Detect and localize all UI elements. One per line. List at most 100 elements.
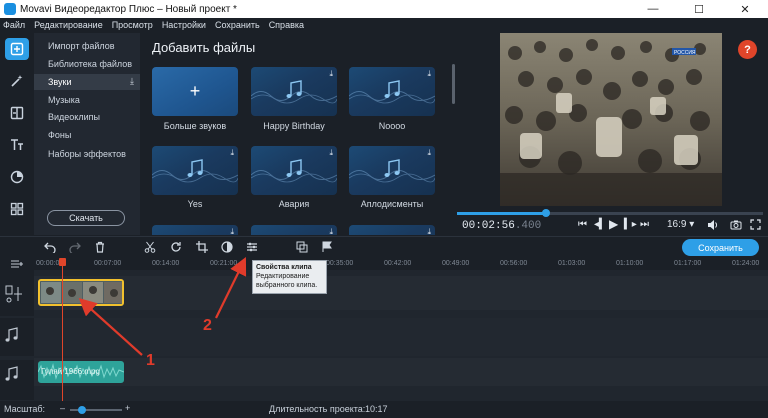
- skip-start-icon[interactable]: ⏮: [578, 219, 587, 230]
- transitions-tool-button[interactable]: [5, 102, 29, 124]
- ruler-tick: 00:56:00: [500, 260, 528, 267]
- delete-icon[interactable]: [92, 239, 108, 255]
- sound-tile[interactable]: ⤓: [251, 225, 337, 235]
- menu-view[interactable]: Просмотр: [112, 20, 153, 30]
- download-icon[interactable]: ⤓: [230, 227, 234, 235]
- timeline-ruler[interactable]: 00:00:0000:07:0000:14:0000:21:0000:28:00…: [34, 258, 768, 270]
- marker-flag-icon[interactable]: [319, 239, 335, 255]
- sound-tile[interactable]: ⤓: [251, 67, 337, 116]
- cut-icon[interactable]: [142, 239, 158, 255]
- maximize-button[interactable]: ☐: [676, 0, 722, 18]
- volume-icon[interactable]: [707, 219, 719, 234]
- add-track-button[interactable]: [0, 258, 34, 270]
- download-button[interactable]: Скачать: [47, 210, 125, 226]
- category-file-library[interactable]: Библиотека файлов: [34, 56, 140, 72]
- help-button[interactable]: ?: [738, 40, 757, 59]
- ruler-tick: 00:35:00: [326, 260, 354, 267]
- download-icon[interactable]: ⤓: [427, 69, 431, 79]
- tile-label: Аплодисменты: [360, 199, 424, 209]
- category-effect-packs[interactable]: Наборы эффектов: [34, 146, 140, 162]
- sound-tile[interactable]: ⤓: [152, 225, 238, 235]
- import-tool-icon: [10, 42, 24, 56]
- minimize-button[interactable]: —: [630, 0, 676, 18]
- zoom-in-icon[interactable]: +: [125, 403, 130, 413]
- color-adjust-icon[interactable]: [219, 239, 235, 255]
- music-note-icon: [187, 159, 203, 177]
- menu-edit[interactable]: Редактирование: [34, 20, 103, 30]
- zoom-out-icon[interactable]: –: [60, 403, 65, 413]
- playhead[interactable]: [59, 258, 66, 401]
- download-icon[interactable]: ⤓: [230, 148, 234, 158]
- aspect-ratio-select[interactable]: 16:9 ▾: [667, 219, 694, 230]
- download-icon[interactable]: ⤓: [427, 148, 431, 158]
- music-track-icon[interactable]: [4, 327, 20, 347]
- overlay-icon[interactable]: [294, 239, 310, 255]
- redo-icon[interactable]: [67, 239, 83, 255]
- more-sounds-tile[interactable]: +: [152, 67, 238, 116]
- menu-save[interactable]: Сохранить: [215, 20, 260, 30]
- category-import-files[interactable]: Импорт файлов: [34, 38, 140, 54]
- channel-watermark: РОССИЯ: [674, 50, 696, 56]
- playhead-handle[interactable]: [59, 258, 66, 266]
- more-tools-button[interactable]: [5, 198, 29, 220]
- zoom-slider[interactable]: [70, 406, 122, 414]
- music-track-icon-2[interactable]: [4, 366, 20, 386]
- download-icon[interactable]: ⤓: [329, 227, 333, 235]
- music-note-icon: [384, 159, 400, 177]
- title-bar: Movavi Видеоредактор Плюс – Новый проект…: [0, 0, 768, 18]
- download-icon[interactable]: ⤓: [427, 227, 431, 235]
- category-label: Музыка: [48, 95, 80, 105]
- sound-tile[interactable]: ⤓: [349, 146, 435, 195]
- category-backgrounds[interactable]: Фоны: [34, 127, 140, 143]
- timecode: 00:02:56.400: [462, 220, 541, 232]
- menu-help[interactable]: Справка: [269, 20, 304, 30]
- category-sounds[interactable]: Звуки ⤓: [34, 74, 140, 90]
- import-tool-button[interactable]: [5, 38, 29, 60]
- tile-label: Noooo: [378, 121, 406, 131]
- snapshot-icon[interactable]: [730, 219, 742, 234]
- content-panel: Добавить файлы + Больше звуков ⤓ Happy B…: [140, 33, 456, 235]
- filters-tool-button[interactable]: [5, 70, 29, 92]
- menu-settings[interactable]: Настройки: [162, 20, 206, 30]
- audio-clip[interactable]: Гуляй 1966.mpg: [38, 361, 124, 383]
- zoom-slider-knob[interactable]: [78, 406, 86, 414]
- category-panel: Импорт файлов Библиотека файлов Звуки ⤓ М…: [34, 33, 140, 235]
- video-clip-thumbnails: [40, 281, 122, 304]
- sound-tile[interactable]: ⤓: [251, 146, 337, 195]
- ruler-tick: 01:17:00: [674, 260, 702, 267]
- skip-end-icon[interactable]: ⏭: [640, 219, 649, 230]
- save-button[interactable]: Сохранить: [682, 239, 759, 256]
- playback-progress-bar[interactable]: [457, 209, 763, 217]
- annotation-2: 2: [203, 317, 212, 334]
- stickers-icon: [10, 170, 24, 184]
- category-video-clips[interactable]: Видеоклипы: [34, 109, 140, 125]
- sound-tile[interactable]: ⤓: [152, 146, 238, 195]
- content-scrollbar[interactable]: [452, 64, 455, 104]
- music-note-icon: [384, 80, 400, 98]
- left-tool-strip: [0, 33, 34, 235]
- fullscreen-icon[interactable]: [750, 219, 761, 233]
- download-icon[interactable]: ⤓: [329, 69, 333, 79]
- progress-knob[interactable]: [541, 209, 550, 217]
- clip-properties-icon[interactable]: [244, 239, 260, 255]
- crop-icon[interactable]: [194, 239, 210, 255]
- next-frame-icon[interactable]: ▍▸: [624, 219, 637, 230]
- download-icon[interactable]: ⤓: [329, 148, 333, 158]
- audio-track-1: [34, 318, 768, 356]
- video-track-icons[interactable]: [4, 283, 26, 307]
- menu-file[interactable]: Файл: [3, 20, 25, 30]
- audio-clip-label: Гуляй 1966.mpg: [41, 367, 100, 376]
- close-button[interactable]: ✕: [722, 0, 768, 18]
- video-clip[interactable]: [38, 279, 124, 306]
- category-music[interactable]: Музыка: [34, 92, 140, 108]
- undo-icon[interactable]: [42, 239, 58, 255]
- prev-frame-icon[interactable]: ◂▍: [594, 219, 607, 230]
- sound-tile[interactable]: ⤓: [349, 225, 435, 235]
- sound-tile[interactable]: ⤓: [349, 67, 435, 116]
- music-note-icon: [5, 327, 18, 342]
- rotate-icon[interactable]: [168, 239, 184, 255]
- stickers-tool-button[interactable]: [5, 166, 29, 188]
- ruler-tick: 00:14:00: [152, 260, 180, 267]
- play-icon[interactable]: ▶: [609, 217, 618, 231]
- titles-tool-button[interactable]: [5, 134, 29, 156]
